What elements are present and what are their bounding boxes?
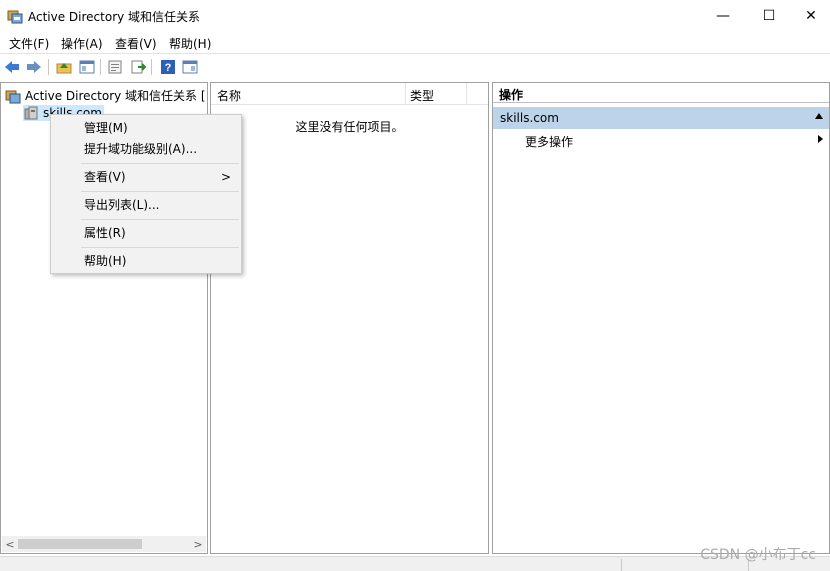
- empty-list-message: 这里没有任何项目。: [295, 120, 404, 134]
- toolbar-separator: [48, 59, 49, 75]
- tree-root-label: Active Directory 域和信任关系 [ d: [25, 89, 217, 103]
- list-column-header: 名称 类型: [211, 83, 488, 105]
- menu-file[interactable]: 文件(F): [9, 35, 49, 52]
- ctx-view-label: 查看(V): [84, 170, 126, 184]
- toolbar: ?: [0, 53, 830, 79]
- column-type[interactable]: 类型: [410, 87, 434, 104]
- show-hide-tree-icon[interactable]: [78, 58, 96, 76]
- column-divider[interactable]: [405, 83, 406, 105]
- svg-text:?: ?: [165, 62, 172, 74]
- column-name[interactable]: 名称: [217, 87, 241, 104]
- menu-separator: [81, 191, 239, 192]
- ctx-help[interactable]: 帮助(H): [51, 251, 241, 271]
- status-divider: [621, 559, 622, 571]
- forward-icon[interactable]: [25, 58, 43, 76]
- scroll-left-icon[interactable]: <: [2, 536, 18, 552]
- action-section-label: skills.com: [500, 111, 559, 125]
- more-actions-item[interactable]: 更多操作: [525, 133, 573, 150]
- export-list-icon[interactable]: [129, 58, 147, 76]
- scroll-right-icon[interactable]: >: [190, 536, 206, 552]
- minimize-icon: —: [716, 8, 730, 24]
- menu-separator: [81, 219, 239, 220]
- scrollbar-thumb[interactable]: [18, 539, 142, 549]
- maximize-button[interactable]: ☐: [746, 0, 792, 32]
- title-bar: Active Directory 域和信任关系 — ☐ ✕: [0, 0, 830, 32]
- toolbar-separator: [151, 59, 152, 75]
- watermark: CSDN @小布丁cc: [700, 547, 816, 563]
- collapse-up-icon[interactable]: [815, 113, 823, 119]
- maximize-icon: ☐: [762, 8, 776, 24]
- menu-action[interactable]: 操作(A): [61, 35, 103, 52]
- back-icon[interactable]: [3, 58, 21, 76]
- ctx-view[interactable]: 查看(V) >: [51, 167, 241, 187]
- action-pane-header: 操作: [493, 83, 829, 103]
- up-folder-icon[interactable]: [55, 58, 73, 76]
- ad-domains-app-icon: [7, 8, 23, 24]
- ctx-manage[interactable]: 管理(M): [51, 118, 241, 138]
- menu-help[interactable]: 帮助(H): [169, 35, 211, 52]
- toolbar-separator: [100, 59, 101, 75]
- action-pane: 操作 skills.com 更多操作: [492, 82, 830, 554]
- column-divider[interactable]: [466, 83, 467, 105]
- tree-horizontal-scrollbar[interactable]: < >: [2, 536, 206, 552]
- minimize-button[interactable]: —: [700, 0, 746, 32]
- ctx-properties[interactable]: 属性(R): [51, 223, 241, 243]
- menu-separator: [81, 247, 239, 248]
- ad-domains-tree-icon: [5, 88, 21, 104]
- close-icon: ✕: [805, 8, 817, 24]
- context-menu: 管理(M) 提升域功能级别(A)... 查看(V) > 导出列表(L)... 属…: [50, 114, 242, 274]
- action-section-skills-com[interactable]: skills.com: [493, 107, 829, 129]
- tree-root-node[interactable]: Active Directory 域和信任关系 [ d: [5, 87, 217, 104]
- menu-bar: 文件(F) 操作(A) 查看(V) 帮助(H): [0, 32, 830, 52]
- menu-view[interactable]: 查看(V): [115, 35, 157, 52]
- window-title: Active Directory 域和信任关系: [28, 10, 201, 24]
- result-list-pane: 名称 类型 这里没有任何项目。: [210, 82, 489, 554]
- help-icon[interactable]: ?: [159, 58, 177, 76]
- submenu-arrow-icon: >: [220, 170, 231, 184]
- properties-icon[interactable]: [106, 58, 124, 76]
- submenu-right-arrow-icon: [818, 135, 823, 143]
- domain-icon: [23, 105, 39, 121]
- show-hide-action-pane-icon[interactable]: [181, 58, 199, 76]
- close-button[interactable]: ✕: [788, 0, 830, 32]
- menu-separator: [81, 163, 239, 164]
- ctx-raise-domain-level[interactable]: 提升域功能级别(A)...: [51, 139, 241, 159]
- ctx-export-list[interactable]: 导出列表(L)...: [51, 195, 241, 215]
